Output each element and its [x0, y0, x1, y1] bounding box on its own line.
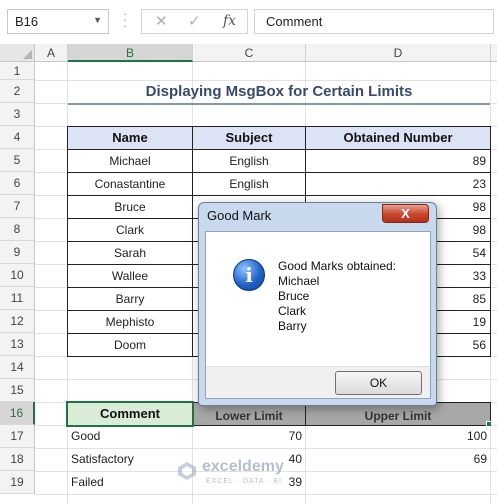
exceldemy-logo-icon: [178, 462, 196, 480]
column-header-e[interactable]: [491, 44, 497, 62]
dialog-body: i Good Marks obtained: Michael Bruce Cla…: [205, 231, 431, 399]
table-cell-name[interactable]: Doom: [67, 333, 193, 357]
table-header-obtained-number[interactable]: Obtained Number: [305, 126, 491, 150]
limits-cell-comment[interactable]: Good: [67, 425, 193, 448]
table-cell-name[interactable]: Michael: [67, 149, 193, 173]
table-cell-name[interactable]: Conastantine: [67, 172, 193, 196]
limits-cell-lower[interactable]: 70: [192, 425, 306, 448]
function-icon[interactable]: fx: [223, 13, 236, 29]
row-header[interactable]: 12: [0, 310, 35, 333]
row-header[interactable]: 5: [0, 149, 35, 172]
row-header[interactable]: 17: [0, 425, 35, 448]
row-header[interactable]: 11: [0, 287, 35, 310]
message-line: Clark: [278, 304, 307, 318]
ok-button[interactable]: OK: [335, 371, 422, 395]
limits-cell-comment[interactable]: Failed: [67, 471, 193, 494]
selected-cell-outline: [66, 401, 194, 427]
table-cell-number[interactable]: 89: [305, 149, 491, 173]
chevron-down-icon[interactable]: ▼: [93, 15, 102, 25]
close-button[interactable]: X: [382, 204, 429, 223]
row-header[interactable]: 13: [0, 333, 35, 356]
formula-bar-grip-icon[interactable]: · · ·: [118, 7, 132, 33]
table-cell-name[interactable]: Bruce: [67, 195, 193, 219]
row-header[interactable]: 6: [0, 172, 35, 195]
sheet-title[interactable]: Displaying MsgBox for Certain Limits: [68, 80, 490, 103]
column-header-b[interactable]: B: [68, 44, 193, 62]
check-icon[interactable]: ✓: [188, 12, 201, 30]
message-line: Michael: [278, 274, 320, 288]
name-box[interactable]: B16 ▼: [7, 9, 109, 34]
column-header-a[interactable]: A: [35, 44, 68, 62]
row-header[interactable]: 7: [0, 195, 35, 218]
table-cell-name[interactable]: Mephisto: [67, 310, 193, 334]
table-cell-name[interactable]: Clark: [67, 218, 193, 242]
row-header[interactable]: 2: [0, 80, 35, 103]
limits-cell-comment[interactable]: Satisfactory: [67, 448, 193, 471]
message-line: Good Marks obtained:: [278, 259, 397, 273]
select-all-corner[interactable]: [0, 44, 35, 62]
table-cell-name[interactable]: Wallee: [67, 264, 193, 288]
column-header-d[interactable]: D: [306, 44, 491, 62]
table-cell-subject[interactable]: English: [192, 149, 306, 173]
watermark-name: exceldemy: [202, 458, 284, 475]
row-header[interactable]: 14: [0, 356, 35, 379]
formula-buttons: ✕ ✓ fx: [141, 9, 248, 34]
message-box-dialog: Good Mark X i Good Marks obtained: Micha…: [198, 202, 437, 406]
row-header[interactable]: 15: [0, 379, 35, 402]
row-header[interactable]: 16: [0, 402, 35, 425]
row-header[interactable]: 9: [0, 241, 35, 264]
column-header-c[interactable]: C: [193, 44, 306, 62]
row-header[interactable]: 1: [0, 62, 35, 80]
table-cell-name[interactable]: Sarah: [67, 241, 193, 265]
message-line: Barry: [278, 319, 307, 333]
table-cell-number[interactable]: 23: [305, 172, 491, 196]
info-icon: i: [233, 259, 265, 291]
row-header[interactable]: 4: [0, 126, 35, 149]
limits-cell-upper[interactable]: [305, 471, 491, 494]
limits-cell-upper[interactable]: 100: [305, 425, 491, 448]
row-header[interactable]: 19: [0, 471, 35, 494]
table-cell-name[interactable]: Barry: [67, 287, 193, 311]
row-header[interactable]: 10: [0, 264, 35, 287]
title-underline: [68, 103, 490, 105]
formula-input[interactable]: Comment: [254, 9, 494, 34]
table-header-subject[interactable]: Subject: [192, 126, 306, 150]
message-line: Bruce: [278, 289, 310, 303]
watermark: exceldemy EXCEL · DATA · BI: [176, 456, 326, 496]
close-icon[interactable]: ✕: [155, 12, 168, 30]
row-header[interactable]: 18: [0, 448, 35, 471]
watermark-tagline: EXCEL · DATA · BI: [206, 478, 282, 485]
row-header[interactable]: 3: [0, 103, 35, 126]
table-header-name[interactable]: Name: [67, 126, 193, 150]
row-header[interactable]: 8: [0, 218, 35, 241]
name-box-value: B16: [15, 14, 39, 29]
dialog-title: Good Mark: [207, 208, 272, 223]
table-cell-subject[interactable]: English: [192, 172, 306, 196]
limits-cell-upper[interactable]: 69: [305, 448, 491, 471]
